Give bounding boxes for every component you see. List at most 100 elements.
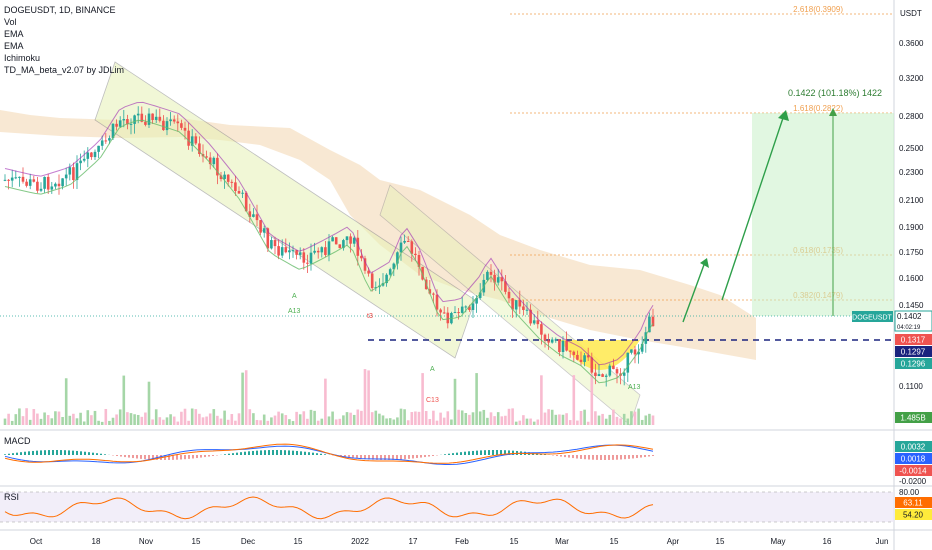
candle [489, 271, 493, 275]
volume-bar [122, 375, 126, 425]
macd-histogram-bar [600, 455, 602, 460]
volume-bar [43, 412, 46, 425]
volume-bar [198, 413, 201, 425]
rsi-pane-label[interactable]: RSI [4, 492, 19, 502]
macd-histogram-bar [488, 450, 490, 455]
symbol-label[interactable]: DOGEUSDT, 1D, BINANCE [4, 4, 124, 16]
volume-bar [280, 413, 284, 425]
volume-bar [93, 410, 97, 425]
volume-bar [248, 409, 252, 425]
rsi-badge-2[interactable]: 54.20 [903, 511, 924, 520]
candle [176, 121, 180, 124]
volume-bar [637, 408, 640, 425]
macd-tick: -0.0200 [899, 477, 927, 486]
indicator-ema-1[interactable]: EMA [4, 28, 124, 40]
macd-badge-3[interactable]: -0.0014 [899, 467, 927, 476]
macd-badge-1[interactable]: 0.0032 [901, 443, 926, 452]
volume-bar [277, 411, 280, 425]
macd-histogram-bar [176, 455, 178, 460]
macd-histogram-bar [12, 453, 14, 455]
macd-histogram-bar [608, 455, 610, 460]
volume-bar [266, 420, 270, 425]
volume-bar [72, 413, 75, 425]
macd-histogram-bar [564, 455, 566, 458]
price-tick: 0.1600 [899, 274, 924, 283]
green-level-badge[interactable]: 0.1296 [901, 360, 926, 369]
volume-bar [273, 415, 277, 425]
indicator-ichimoku[interactable]: Ichimoku [4, 52, 124, 64]
volume-bar [100, 421, 104, 425]
volume-bar [450, 419, 453, 425]
macd-histogram-bar [60, 450, 62, 455]
volume-bar [367, 370, 370, 425]
candle [471, 303, 475, 310]
candle [439, 309, 442, 313]
volume-bar [68, 415, 72, 425]
volume-bar [25, 408, 28, 425]
macd-histogram-bar [640, 455, 642, 458]
candle [212, 157, 216, 165]
macd-pane-label[interactable]: MACD [4, 436, 31, 446]
candle [316, 250, 320, 253]
candle [64, 174, 68, 179]
macd-histogram-bar [188, 455, 190, 459]
volume-bar [604, 418, 608, 425]
volume-bar [252, 413, 255, 425]
last-price[interactable]: 0.1402 [897, 312, 922, 321]
volume-bar [464, 413, 468, 425]
volume-bar [208, 413, 212, 425]
macd-histogram-bar [8, 453, 10, 455]
volume-badge[interactable]: 1.485B [900, 414, 925, 423]
red-level-badge[interactable]: 0.1317 [901, 336, 926, 345]
volume-bar [626, 418, 630, 425]
candle [115, 123, 118, 127]
navy-level-badge[interactable]: 0.1297 [901, 348, 926, 357]
macd-histogram-bar [144, 455, 146, 460]
rsi-badge-1[interactable]: 63.11 [903, 499, 923, 508]
candle [590, 357, 594, 373]
candle [525, 309, 529, 311]
candle [298, 252, 302, 255]
candle [604, 375, 608, 377]
price-tick: 0.2800 [899, 112, 924, 121]
volume-bar [601, 413, 604, 425]
candle [284, 247, 288, 253]
volume-bar [349, 412, 352, 425]
date-tick: 16 [823, 537, 832, 546]
candle [532, 320, 536, 324]
candle [514, 300, 518, 310]
volume-bar [309, 409, 313, 425]
macd-histogram-bar [196, 455, 198, 459]
volume-bar [39, 418, 43, 425]
macd-histogram-bar [596, 455, 598, 460]
indicator-ema-2[interactable]: EMA [4, 40, 124, 52]
macd-histogram-bar [588, 455, 590, 460]
volume-bar [381, 415, 385, 425]
indicator-td-ma[interactable]: TD_MA_beta_v2.07 by JDLim [4, 64, 124, 76]
candle [259, 220, 262, 233]
macd-histogram-bar [180, 455, 182, 460]
macd-histogram-bar [16, 452, 18, 455]
volume-bar [586, 421, 590, 425]
candle [86, 152, 90, 159]
macd-badge-2[interactable]: 0.0018 [901, 455, 926, 464]
candle [100, 140, 104, 146]
candle [320, 247, 324, 253]
macd-histogram-bar [40, 450, 42, 455]
volume-bar [165, 417, 169, 425]
macd-histogram-bar [300, 451, 302, 455]
indicator-vol[interactable]: Vol [4, 16, 124, 28]
symbol-badge[interactable]: DOGEUSDT [852, 315, 892, 322]
candle [255, 214, 259, 221]
target-zone[interactable] [752, 113, 894, 316]
volume-bar [234, 420, 237, 425]
candle [583, 355, 586, 362]
volume-bar [151, 419, 154, 425]
candle [136, 113, 140, 116]
chart-canvas[interactable]: 2.618(0.3909)1.618(0.2822)0.618(0.1735)0… [0, 0, 932, 550]
candle [118, 120, 122, 127]
macd-histogram-bar [84, 451, 86, 455]
candle [39, 188, 43, 191]
price-tick: 0.1750 [899, 248, 924, 257]
candle [561, 340, 565, 353]
